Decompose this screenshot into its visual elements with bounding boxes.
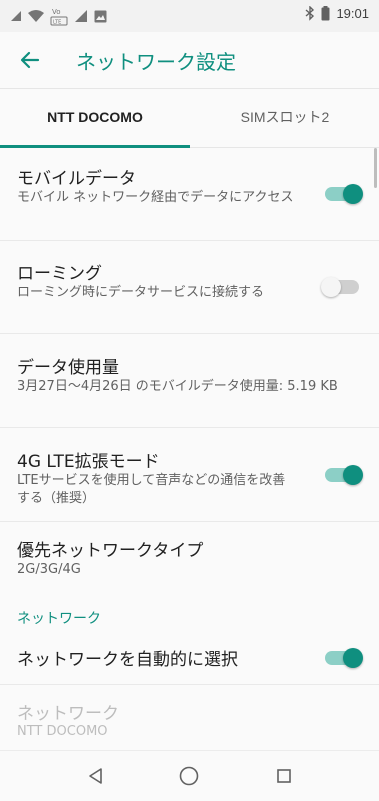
auto-select-title: ネットワークを自動的に選択 [17,650,238,670]
network-setting: ネットワーク NTT DOCOMO [0,685,379,749]
back-arrow-icon [20,51,40,69]
network-summary: NTT DOCOMO [17,724,108,739]
mobile-data-title: モバイルデータ [17,169,136,189]
battery-icon [321,6,330,21]
signal-icon [11,11,21,21]
network-title: ネットワーク [17,704,119,724]
bluetooth-icon [305,6,315,21]
roaming-setting[interactable]: ローミング ローミング時にデータサービスに接続する [0,241,379,334]
preferred-network-setting[interactable]: 優先ネットワークタイプ 2G/3G/4G [0,522,379,594]
toggle-thumb [343,184,363,204]
back-nav-icon[interactable] [84,764,108,788]
app-bar: ネットワーク設定 [0,32,379,89]
sim-tabs: NTT DOCOMO SIMスロット2 [0,89,379,148]
lte-summary: LTEサービスを使用して音声などの通信を改善する（推奨） [17,473,286,506]
tab-sim-slot-2[interactable]: SIMスロット2 [190,89,379,147]
toggle-thumb [321,277,341,297]
image-notification-icon [94,10,107,22]
signal-bars-icon [75,10,87,22]
toggle-thumb [343,648,363,668]
lte-title: 4G LTE拡張モード [17,452,160,472]
status-time: 19:01 [336,6,369,21]
toggle-thumb [343,465,363,485]
volte-icon: Vo LTE [50,8,68,26]
navigation-bar [0,750,379,801]
status-left: Vo LTE [10,6,107,26]
lte-toggle[interactable] [325,465,363,485]
data-usage-setting[interactable]: データ使用量 3月27日〜4月26日 のモバイルデータ使用量: 5.19 KB [0,334,379,428]
auto-select-setting[interactable]: ネットワークを自動的に選択 [0,632,379,685]
status-bar: Vo LTE 19:01 [0,0,379,32]
svg-text:LTE: LTE [53,20,61,26]
roaming-toggle[interactable] [321,277,359,297]
page-title: ネットワーク設定 [76,50,236,74]
tab-ntt-docomo[interactable]: NTT DOCOMO [0,89,190,147]
svg-text:Vo: Vo [52,8,61,16]
network-section-header: ネットワーク [17,611,101,627]
back-button[interactable] [14,44,46,76]
mobile-data-setting[interactable]: モバイルデータ モバイル ネットワーク経由でデータにアクセス [0,148,379,241]
preferred-network-summary: 2G/3G/4G [17,562,81,577]
status-right: 19:01 [305,6,369,21]
home-nav-icon[interactable] [177,764,201,788]
mobile-data-toggle[interactable] [325,184,363,204]
roaming-title: ローミング [17,264,102,284]
data-usage-title: データ使用量 [17,358,119,378]
roaming-summary: ローミング時にデータサービスに接続する [17,285,265,300]
recents-nav-icon[interactable] [272,764,296,788]
preferred-network-title: 優先ネットワークタイプ [17,541,204,561]
lte-setting[interactable]: 4G LTE拡張モード LTEサービスを使用して音声などの通信を改善する（推奨） [0,428,379,522]
mobile-data-summary: モバイル ネットワーク経由でデータにアクセス [17,190,294,205]
auto-select-toggle[interactable] [325,648,363,668]
wifi-icon [28,10,44,22]
data-usage-summary: 3月27日〜4月26日 のモバイルデータ使用量: 5.19 KB [17,379,338,394]
